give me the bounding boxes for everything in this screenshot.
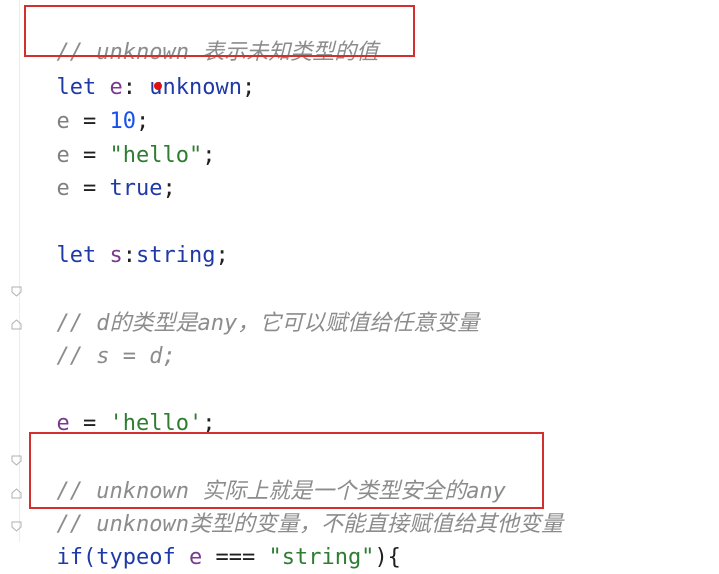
- keyword-token: let: [56, 243, 97, 268]
- fold-marker-icon[interactable]: [11, 455, 22, 466]
- type-token: string: [136, 243, 216, 268]
- punctuation-token: ){: [374, 545, 401, 570]
- keyword-token: true: [109, 176, 163, 201]
- code-line-4[interactable]: e = "hello";: [30, 108, 216, 168]
- operator-token: =: [69, 176, 110, 201]
- comment-token: // s = d;: [56, 344, 176, 369]
- fold-marker-icon[interactable]: [11, 319, 22, 330]
- punctuation-token: ;: [202, 143, 216, 168]
- keyword-token: if(: [56, 545, 97, 570]
- code-line-3[interactable]: e = 10;: [30, 74, 150, 134]
- string-token: "string": [268, 545, 375, 570]
- code-line-7[interactable]: // d的类型是any，它可以赋值给任意变量: [30, 276, 480, 336]
- code-line-5[interactable]: e = true;: [30, 141, 176, 201]
- type-token: unknown: [149, 75, 242, 100]
- fold-marker-icon[interactable]: [11, 286, 22, 297]
- identifier-token: e: [188, 545, 203, 570]
- code-line-6[interactable]: let s:string;: [30, 208, 229, 268]
- punctuation-token: ;: [241, 75, 256, 100]
- operator-token: ===: [202, 545, 269, 570]
- fold-marker-icon[interactable]: [11, 521, 22, 532]
- code-line-8[interactable]: // s = d;: [30, 309, 176, 369]
- code-line-9[interactable]: e = 'hello';: [30, 376, 216, 436]
- fold-marker-icon[interactable]: [11, 488, 22, 499]
- annotation-box-top: [24, 5, 415, 57]
- identifier-token: e: [56, 176, 70, 201]
- punctuation-token: :: [122, 243, 136, 268]
- identifier-token: s: [109, 243, 123, 268]
- punctuation-token: ;: [162, 176, 176, 201]
- annotation-box-bottom: [29, 432, 544, 509]
- punctuation-token: ;: [215, 243, 229, 268]
- code-line-12[interactable]: if(typeof e === "string"){: [30, 510, 401, 570]
- keyword-token: typeof: [96, 545, 176, 570]
- red-dot-marker: [154, 82, 162, 90]
